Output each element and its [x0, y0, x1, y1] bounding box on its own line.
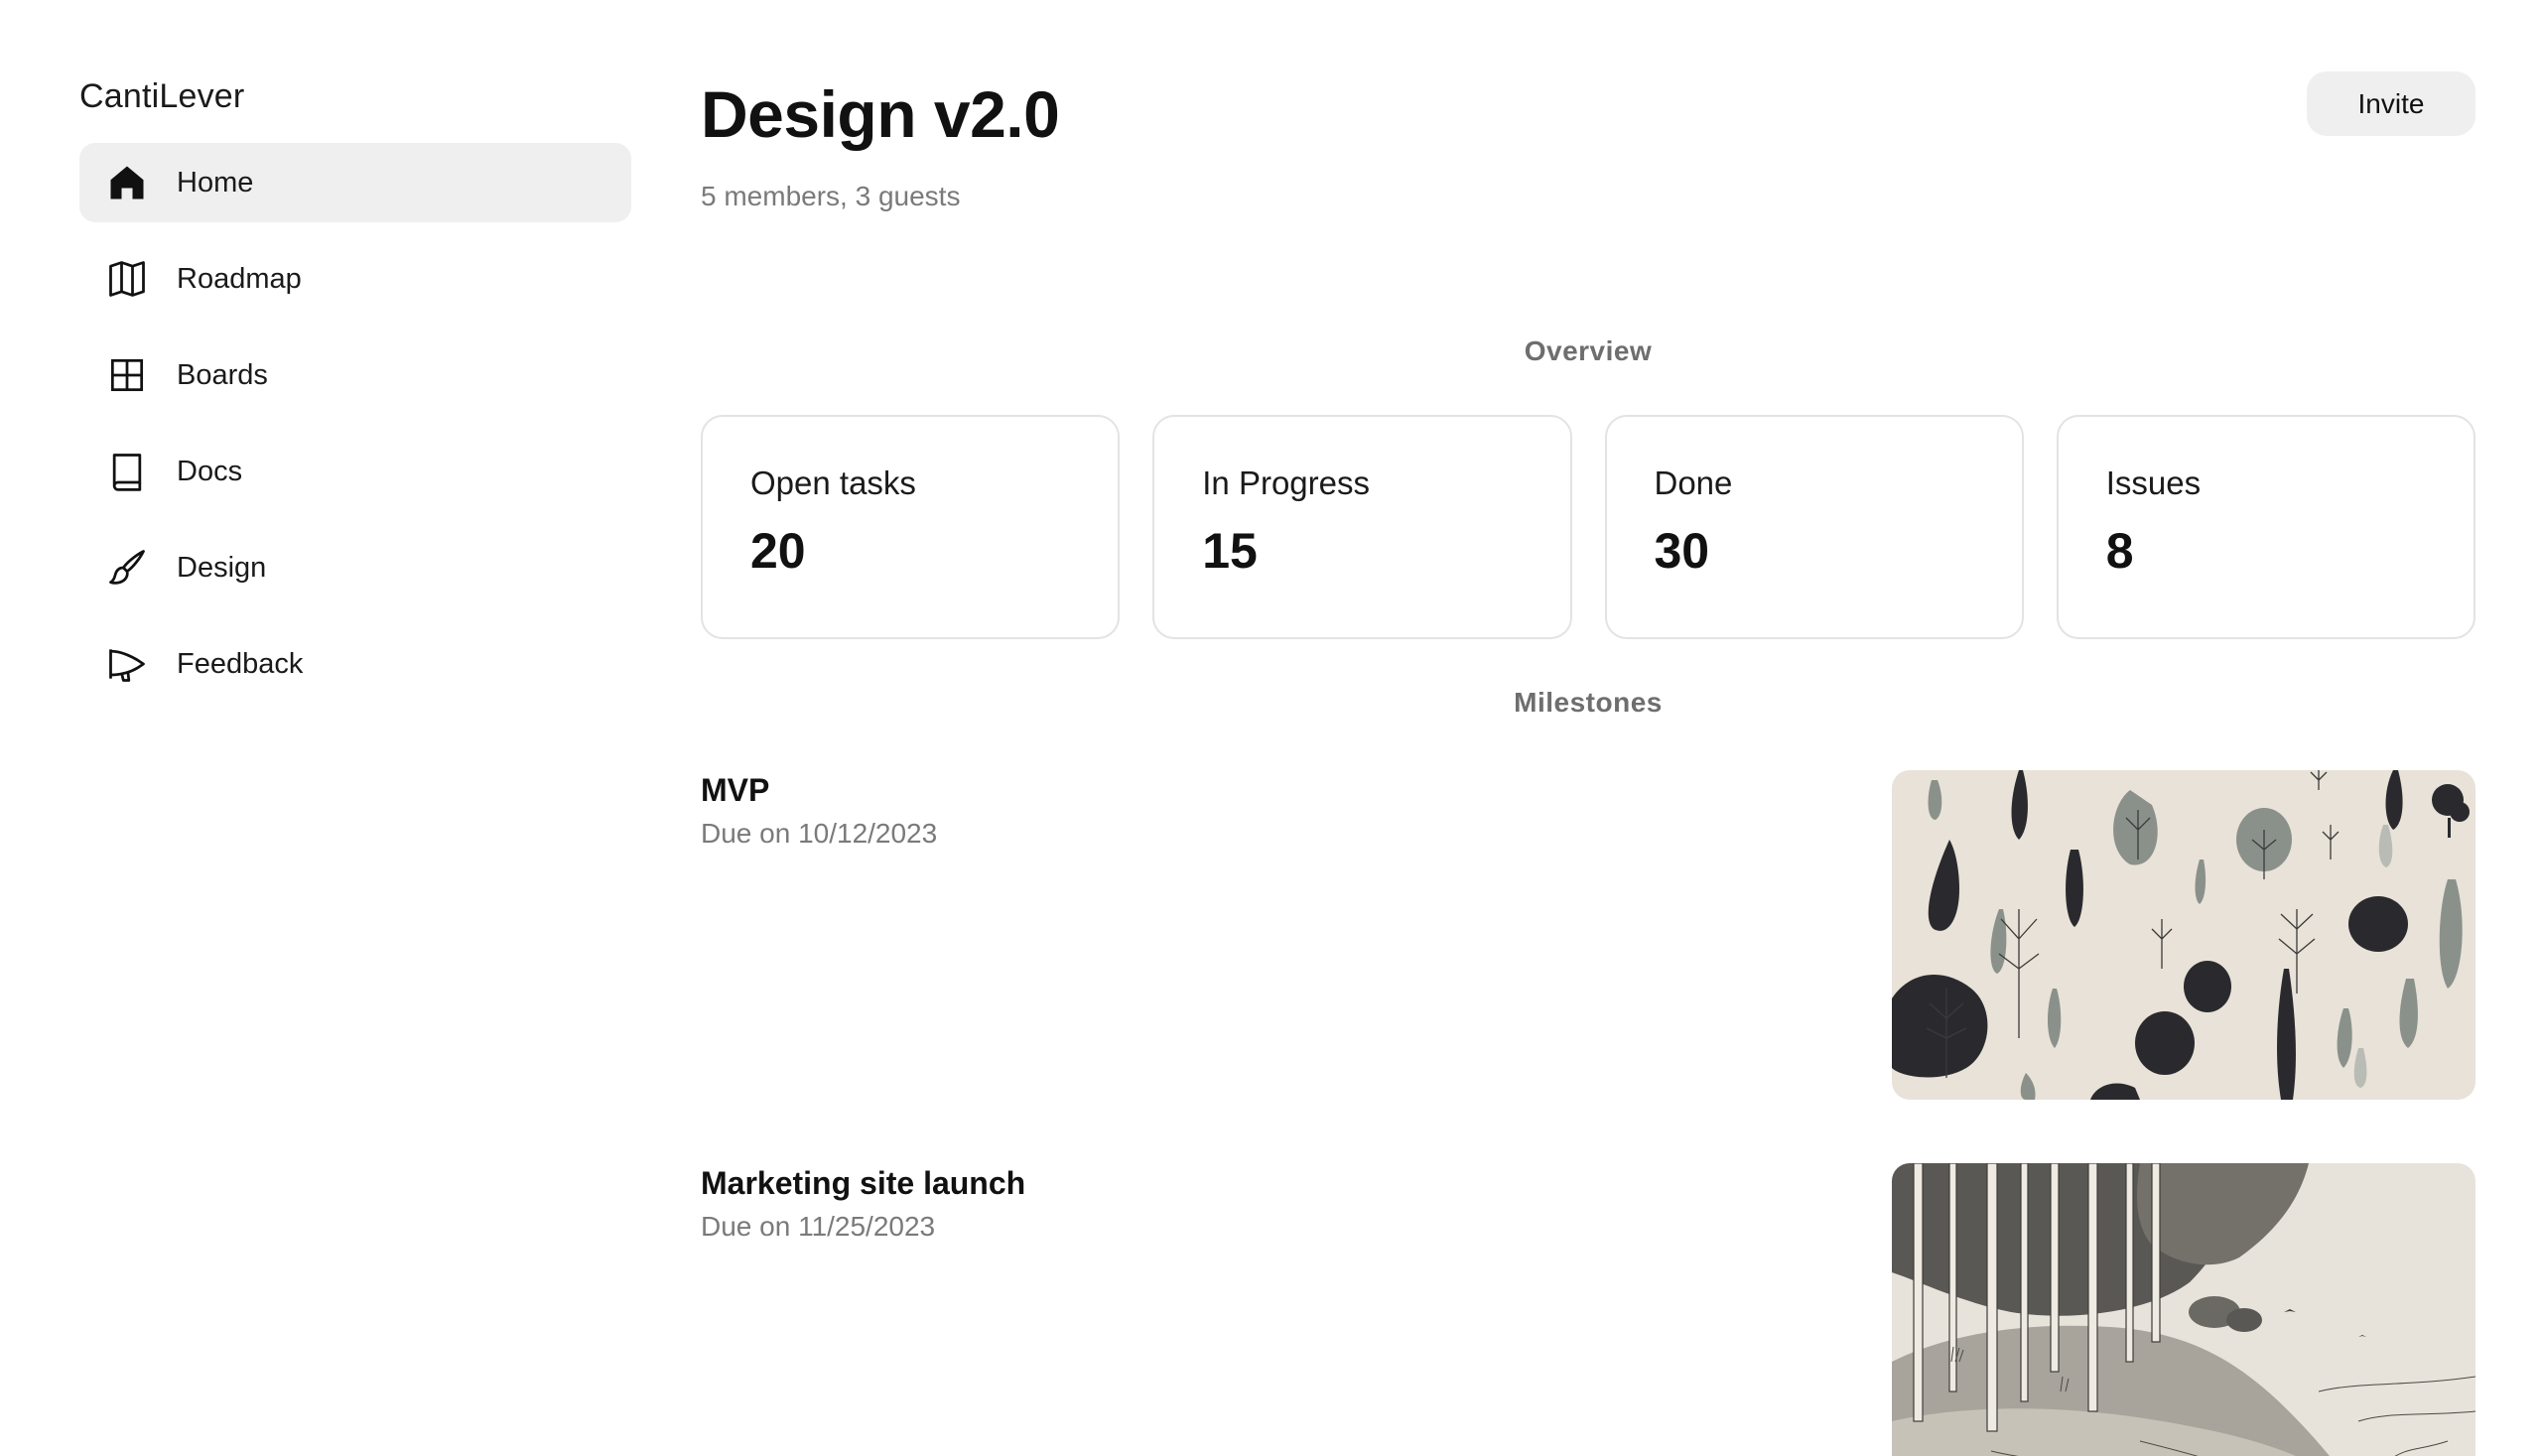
- sidebar-item-boards[interactable]: Boards: [79, 335, 631, 415]
- stat-label: In Progress: [1202, 464, 1370, 501]
- milestones-list: MVP Due on 10/12/2023 Marketing site lau…: [701, 770, 2475, 1456]
- app: CantiLever Home Roadmap Boards Docs Desi…: [0, 0, 2541, 1456]
- grid-icon: [105, 353, 149, 397]
- home-icon: [105, 161, 149, 204]
- sidebar: CantiLever Home Roadmap Boards Docs Desi…: [79, 71, 631, 704]
- stat-value: 8: [2105, 523, 2134, 579]
- milestones-heading: Milestones: [1514, 687, 1663, 718]
- sidebar-item-design[interactable]: Design: [79, 528, 631, 607]
- stat-card-in-progress[interactable]: In Progress 15: [1152, 415, 1572, 639]
- page-header: Design v2.0 5 members, 3 guests Invite: [701, 71, 2475, 220]
- stat-label: Issues: [2105, 464, 2202, 501]
- app-logo[interactable]: CantiLever: [79, 71, 631, 121]
- trees-pattern-illustration[interactable]: [1892, 770, 2475, 1100]
- stat-card-done[interactable]: Done 30: [1604, 415, 2024, 639]
- stat-card-open-tasks[interactable]: Open tasks 20: [701, 415, 1121, 639]
- main-content: Design v2.0 5 members, 3 guests Invite O…: [701, 71, 2475, 1456]
- sidebar-item-roadmap[interactable]: Roadmap: [79, 239, 631, 319]
- page-title: Design v2.0: [701, 77, 1060, 151]
- members-summary: 5 members, 3 guests: [701, 181, 961, 211]
- stat-card-issues[interactable]: Issues 8: [2056, 415, 2475, 639]
- stat-value: 30: [1654, 523, 1710, 579]
- sidebar-item-label: Boards: [177, 358, 268, 391]
- sidebar-item-label: Feedback: [177, 647, 304, 680]
- sidebar-item-label: Docs: [177, 455, 243, 487]
- sidebar-item-label: Home: [177, 166, 254, 199]
- book-icon: [105, 450, 149, 493]
- stat-label: Done: [1654, 464, 1733, 501]
- invite-button[interactable]: Invite: [2307, 71, 2475, 136]
- megaphone-icon: [105, 642, 149, 686]
- stat-value: 20: [750, 523, 806, 579]
- overview-stats: Open tasks 20 In Progress 15 Done 30 Iss…: [701, 415, 2475, 639]
- milestone-item[interactable]: Marketing site launch Due on 11/25/2023: [701, 1163, 2475, 1456]
- sidebar-item-label: Design: [177, 551, 267, 584]
- sidebar-item-feedback[interactable]: Feedback: [79, 624, 631, 704]
- milestone-item[interactable]: MVP Due on 10/12/2023: [701, 770, 2475, 1100]
- paintbrush-icon: [105, 546, 149, 590]
- sidebar-nav: Home Roadmap Boards Docs Design Feedback: [79, 143, 631, 704]
- sidebar-item-home[interactable]: Home: [79, 143, 631, 222]
- sidebar-item-docs[interactable]: Docs: [79, 432, 631, 511]
- map-icon: [105, 257, 149, 301]
- birch-forest-shore-illustration[interactable]: [1892, 1163, 2475, 1456]
- overview-heading: Overview: [1524, 335, 1653, 366]
- sidebar-item-label: Roadmap: [177, 262, 302, 295]
- stat-label: Open tasks: [750, 464, 916, 501]
- stat-value: 15: [1202, 523, 1258, 579]
